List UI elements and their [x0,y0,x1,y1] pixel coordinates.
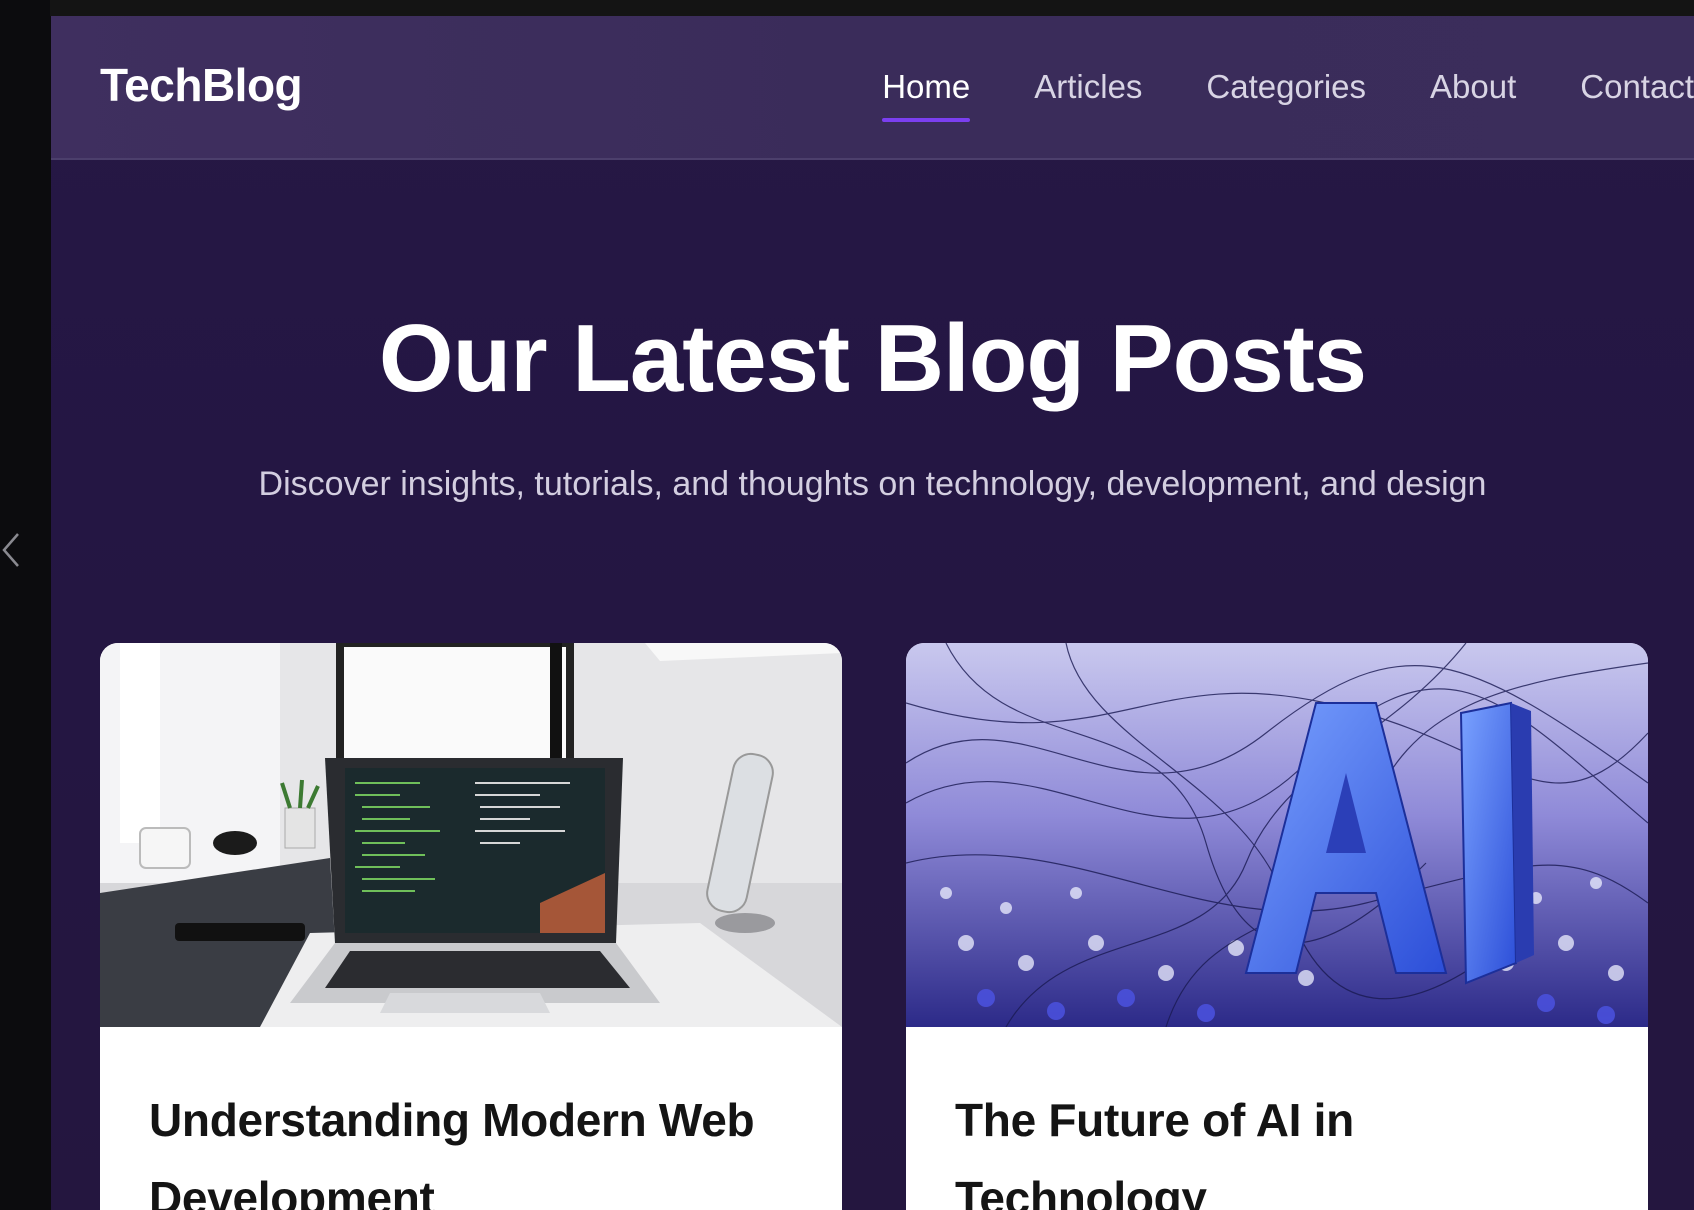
nav-link-label: About [1430,68,1517,105]
hero-subtitle: Discover insights, tutorials, and though… [258,465,1487,503]
post-card[interactable]: Understanding Modern Web Development [100,643,842,1210]
left-sidebar-rail [0,0,50,1210]
nav-link-label: Articles [1034,68,1143,105]
nav-link-contact[interactable]: Contact [1580,68,1694,106]
main-nav: Home Articles Categories About Contact [818,16,1694,158]
nav-link-categories[interactable]: Categories [1206,68,1366,106]
nav-link-about[interactable]: About [1430,68,1516,106]
post-card-body: The Future of AI in Technology [906,1027,1648,1210]
post-card-body: Understanding Modern Web Development [100,1027,842,1210]
nav-link-home[interactable]: Home [882,68,971,122]
site-logo[interactable]: TechBlog [100,58,303,112]
post-image-laptop [100,643,842,1027]
post-title[interactable]: Understanding Modern Web Development [149,1081,809,1210]
hero-title: Our Latest Blog Posts [378,305,1367,412]
active-underline [882,118,971,122]
nav-link-label: Home [882,68,971,105]
nav-link-label: Contact [1580,68,1694,105]
nav-link-articles[interactable]: Articles [1034,68,1142,106]
post-title[interactable]: The Future of AI in Technology [955,1081,1615,1210]
nav-link-label: Categories [1206,68,1367,105]
window-top-strip [0,0,1694,16]
post-image-ai [906,643,1648,1027]
site-header: TechBlog Home Articles Categories About … [51,16,1694,160]
post-card[interactable]: The Future of AI in Technology [906,643,1648,1210]
page-viewport: TechBlog Home Articles Categories About … [51,16,1694,1210]
chevron-left-icon[interactable] [0,530,22,570]
